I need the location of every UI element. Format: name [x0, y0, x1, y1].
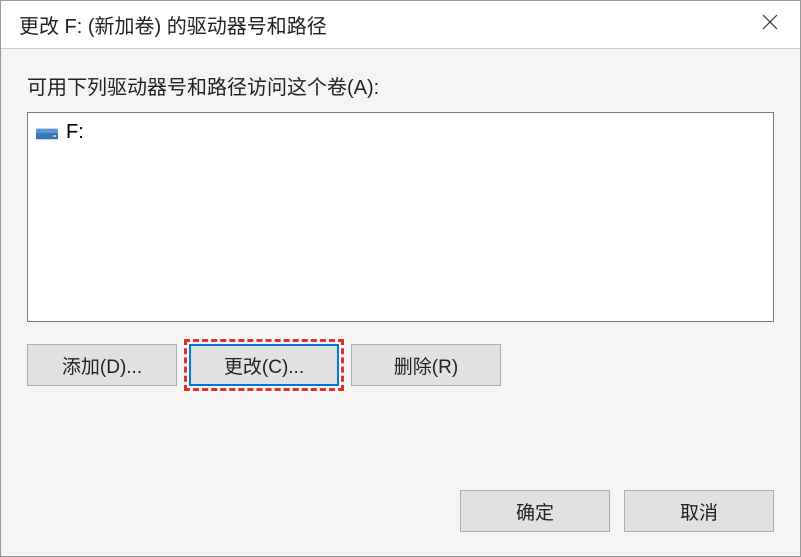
footer-button-row: 确定 取消	[27, 490, 774, 540]
window-title: 更改 F: (新加卷) 的驱动器号和路径	[19, 10, 327, 39]
cancel-button[interactable]: 取消	[624, 490, 774, 532]
change-button[interactable]: 更改(C)...	[189, 344, 339, 386]
dialog-window: 更改 F: (新加卷) 的驱动器号和路径 可用下列驱动器号和路径访问这个卷(A)…	[0, 0, 801, 557]
list-item[interactable]: F:	[36, 119, 765, 146]
titlebar: 更改 F: (新加卷) 的驱动器号和路径	[1, 1, 800, 49]
paths-listbox[interactable]: F:	[27, 112, 774, 322]
dialog-content: 可用下列驱动器号和路径访问这个卷(A): F: 添加(D)... 更改(C)..…	[1, 49, 800, 556]
drive-icon	[36, 125, 58, 141]
close-button[interactable]	[740, 1, 800, 48]
instruction-label: 可用下列驱动器号和路径访问这个卷(A):	[27, 71, 774, 100]
list-item-label: F:	[66, 121, 84, 144]
ok-button[interactable]: 确定	[460, 490, 610, 532]
highlight-annotation: 更改(C)...	[184, 339, 344, 391]
close-icon	[762, 13, 778, 36]
action-button-row: 添加(D)... 更改(C)... 删除(R)	[27, 344, 774, 386]
remove-button[interactable]: 删除(R)	[351, 344, 501, 386]
add-button[interactable]: 添加(D)...	[27, 344, 177, 386]
